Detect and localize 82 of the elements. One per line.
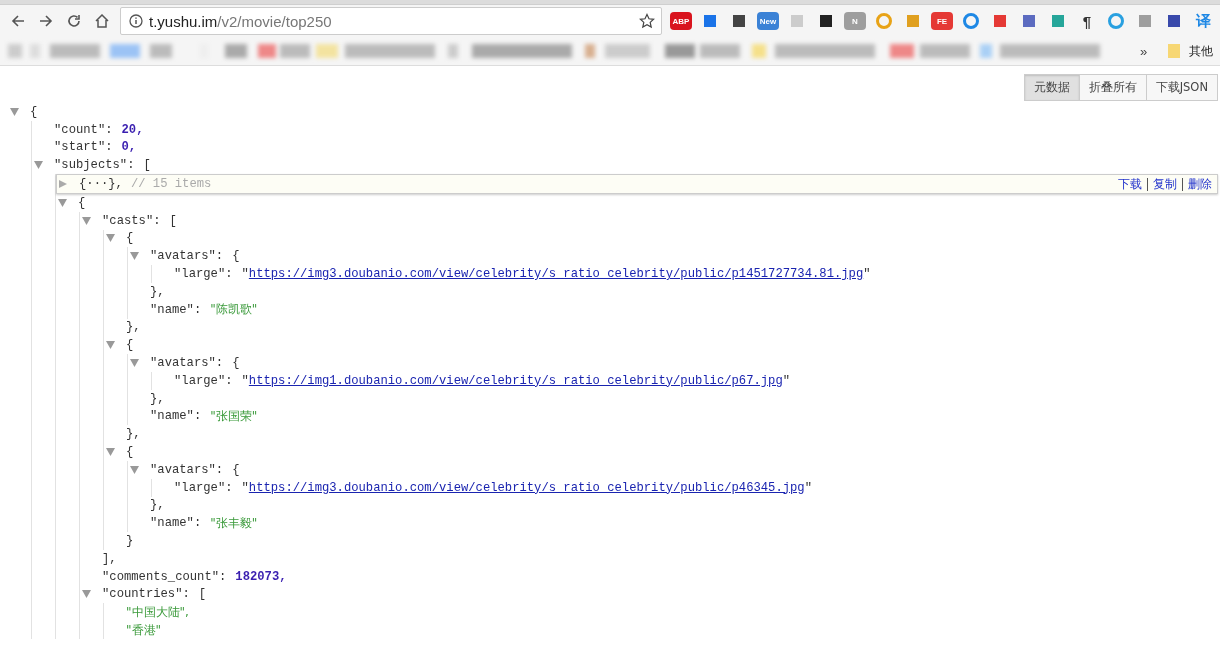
toggle-icon[interactable] <box>106 234 115 243</box>
viewer-button[interactable]: 折叠所有 <box>1078 74 1147 101</box>
open-bracket: [ <box>169 213 177 228</box>
close-bracket: }, <box>150 391 165 406</box>
json-key: "name": <box>150 516 202 531</box>
number-value: 182073, <box>235 569 287 584</box>
json-key: "comments_count": <box>102 569 227 584</box>
quote-mark: " <box>863 267 871 282</box>
open-bracket: [ <box>198 587 207 602</box>
json-key: "avatars": <box>150 462 224 477</box>
url-link[interactable]: https://img3.doubanio.com/view/celebrity/s_ratio_celebrity/public/p1451727734.81.jpg <box>248 267 864 282</box>
json-key: "start": <box>54 140 113 155</box>
open-bracket: [ <box>143 158 151 173</box>
open-bracket: { <box>126 231 134 246</box>
json-key: "countries": <box>102 587 190 602</box>
close-bracket: }, <box>126 320 141 335</box>
extension-icon[interactable]: New <box>757 12 779 30</box>
close-bracket: }, <box>150 498 165 513</box>
string-value: "陈凯歌" <box>210 301 258 319</box>
item-count-comment: // 15 items <box>130 177 212 192</box>
open-bracket: { <box>126 338 134 353</box>
toggle-icon[interactable] <box>130 252 139 261</box>
json-key: "count": <box>54 122 113 137</box>
url-link[interactable]: https://img3.doubanio.com/view/celebrity/s_ratio_celebrity/public/p46345.jpg <box>248 480 805 495</box>
toggle-icon[interactable] <box>130 359 139 368</box>
address-bar[interactable]: t.yushu.im/v2/movie/top250 <box>120 7 662 35</box>
toggle-icon[interactable] <box>10 107 19 116</box>
collapsed-object: {···}, <box>79 177 123 192</box>
toggle-icon[interactable] <box>130 465 139 474</box>
open-bracket: { <box>30 104 38 119</box>
number-value: 20, <box>121 122 144 137</box>
url-host: t.yushu.im <box>149 12 218 30</box>
string-value: "张丰毅" <box>210 514 258 532</box>
open-bracket: { <box>232 249 240 264</box>
toggle-icon[interactable] <box>82 216 91 225</box>
row-action-link[interactable]: 删除 <box>1182 177 1217 191</box>
json-key: "name": <box>150 409 202 424</box>
open-bracket: { <box>78 195 86 210</box>
json-key: "avatars": <box>150 356 224 371</box>
json-key: "avatars": <box>150 249 224 264</box>
json-key: "large": <box>174 373 233 388</box>
viewer-button[interactable]: 元数据 <box>1023 74 1080 101</box>
extension-icon[interactable]: ¶ <box>1076 10 1098 32</box>
info-icon[interactable] <box>129 14 143 28</box>
json-key: "large": <box>174 480 233 495</box>
close-bracket: ], <box>102 551 117 566</box>
toggle-icon[interactable] <box>59 180 68 189</box>
toggle-icon[interactable] <box>58 198 67 207</box>
json-key: "name": <box>150 302 202 317</box>
quote-mark: " <box>241 480 249 495</box>
toggle-icon[interactable] <box>34 161 43 170</box>
close-bracket: }, <box>150 284 165 299</box>
string-value: "中国大陆", <box>126 603 189 621</box>
quote-mark: " <box>804 480 812 495</box>
url-link[interactable]: https://img1.doubanio.com/view/celebrity/s_ratio_celebrity/public/p67.jpg <box>248 373 783 388</box>
collapsed-row[interactable]: {···}, // 15 items 下载 复制 删除 <box>56 174 1218 194</box>
extension-icon[interactable]: ABP <box>670 12 692 30</box>
quote-mark: " <box>241 373 249 388</box>
json-key: "casts": <box>102 213 161 228</box>
quote-mark: " <box>241 267 249 282</box>
string-value: "香港" <box>126 621 162 639</box>
star-icon[interactable] <box>639 13 655 29</box>
more-bookmarks-chevron[interactable]: » <box>1140 43 1148 59</box>
viewer-button[interactable]: 下载JSON <box>1145 74 1218 101</box>
row-action-link[interactable]: 复制 <box>1147 177 1182 191</box>
toggle-icon[interactable] <box>106 341 115 350</box>
close-bracket: } <box>126 534 134 548</box>
open-bracket: { <box>232 462 240 477</box>
row-action-link[interactable]: 下载 <box>1113 177 1147 191</box>
number-value: 0, <box>121 140 137 155</box>
open-bracket: { <box>126 445 134 460</box>
string-value: "张国荣" <box>210 407 258 425</box>
extension-icon[interactable]: FE <box>931 12 953 30</box>
bookmark-folder[interactable]: 其他 <box>1189 42 1214 60</box>
json-key: "subjects": <box>54 158 135 173</box>
toggle-icon[interactable] <box>106 448 115 457</box>
json-key: "large": <box>174 267 233 282</box>
quote-mark: " <box>782 373 791 388</box>
close-bracket: }, <box>126 427 141 442</box>
open-bracket: { <box>232 356 240 371</box>
toggle-icon[interactable] <box>82 590 91 599</box>
url-path: /v2/movie/top250 <box>217 12 332 30</box>
